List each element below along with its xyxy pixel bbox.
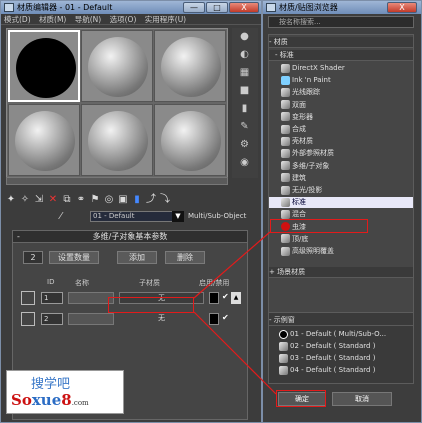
callout-lines [193, 231, 277, 395]
